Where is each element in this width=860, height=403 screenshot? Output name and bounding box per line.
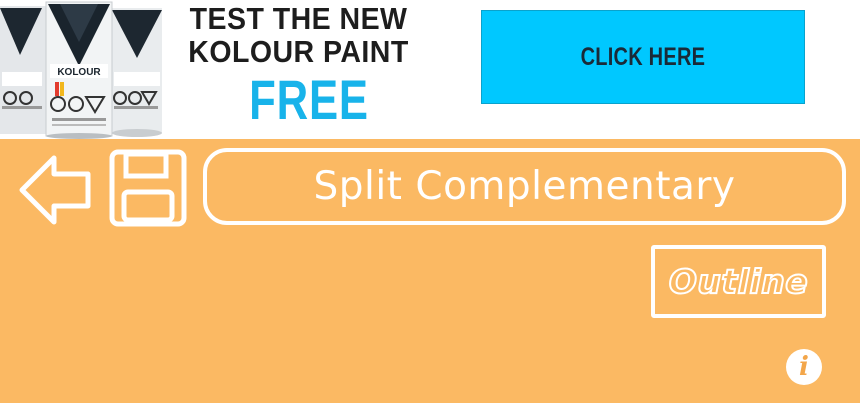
ad-headline-line-1: TEST THE NEW [189, 1, 408, 36]
back-button[interactable] [18, 152, 94, 228]
ad-paint-cans-image[interactable]: KOLOUR [0, 0, 163, 139]
back-arrow-icon [19, 155, 91, 225]
scheme-title: Split Complementary [313, 164, 736, 209]
outline-button[interactable]: Outline [651, 245, 826, 318]
ad-headline-line-2: KOLOUR PAINT [188, 34, 409, 69]
ad-can-brand: KOLOUR [57, 67, 101, 78]
outline-label: Outline [668, 261, 809, 302]
ad-free-text: FREE [249, 68, 369, 131]
ad-click-here-label: CLICK HERE [580, 42, 706, 71]
floppy-disk-icon [109, 149, 187, 227]
ad-banner[interactable]: KOLOUR TEST THE NEW KOLOUR PAINT FREE CL… [0, 0, 860, 139]
save-button[interactable] [108, 148, 188, 228]
scheme-title-selector[interactable]: Split Complementary [203, 148, 846, 225]
ad-click-here-button[interactable]: CLICK HERE [481, 10, 805, 104]
info-icon: i [799, 352, 809, 382]
ad-headline: TEST THE NEW KOLOUR PAINT [178, 2, 419, 68]
info-button[interactable]: i [786, 349, 822, 385]
